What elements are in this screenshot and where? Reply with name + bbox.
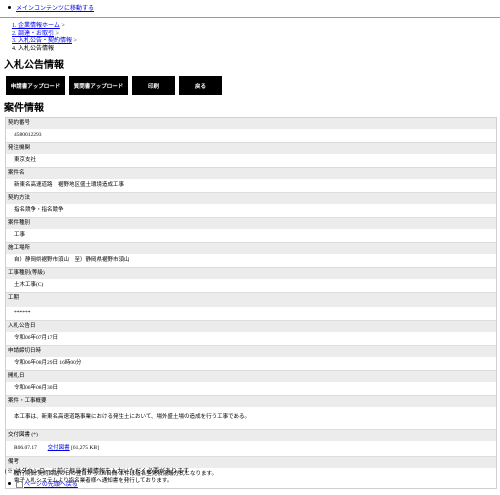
skip-to-content-link[interactable]: メインコンテンツに移動する [16, 3, 94, 12]
docs-download-link[interactable]: 交付図書 [48, 445, 70, 451]
table-row: 施工場所 自）静岡県裾野市須山 至）静岡県裾野市須山 [6, 243, 496, 268]
print-button[interactable]: 印刷 [132, 76, 175, 95]
table-row: 案件名 新東名高速道路 裾野地区盛土環境造成工事 [6, 168, 496, 193]
field-value: 令和06年07月17日 [6, 332, 496, 345]
application-upload-button[interactable]: 申請書アップロード [6, 76, 65, 95]
breadcrumb-link-contracts[interactable]: 3. 入札公告・契約情報 [12, 38, 72, 44]
section-title: 案件情報 [4, 103, 44, 114]
breadcrumb: 1. 企業情報ホーム > 2. 調達・お取引 > 3. 入札公告・契約情報 > … [12, 23, 77, 53]
field-label: 工事種別(等級) [6, 268, 496, 279]
table-row: 工期 ****** [6, 293, 496, 321]
table-row: 案件・工事概要 本工事は、新東名高速道路事業における発生土において、場外盛土場の… [6, 396, 496, 430]
field-value: 指名競争・指名競争 [6, 204, 496, 217]
breadcrumb-current: 4. 入札公告情報 [12, 45, 55, 52]
table-row: 申請締切日時 令和06年08月29日 16時00分 [6, 346, 496, 371]
field-value: 工事 [6, 229, 496, 242]
field-label: 入札公告日 [6, 321, 496, 332]
bullet-icon [8, 6, 11, 9]
field-value: 4580012293 [6, 129, 496, 142]
table-row: 入札公告日 令和06年07月17日 [6, 321, 496, 346]
back-button[interactable]: 戻る [179, 76, 222, 95]
field-label: 契約番号 [6, 118, 496, 129]
remarks-line: 電子入札システムより指名業者様へ通知書を発行しております。 [14, 478, 173, 484]
table-row: 契約方法 指名競争・指名競争 [6, 193, 496, 218]
page-top-label: ページの先頭へ戻る [24, 482, 78, 488]
field-value: 土木工事(C) [6, 279, 496, 292]
skip-link-item: メインコンテンツに移動する [8, 3, 94, 12]
page-title: 入札公告情報 [4, 60, 64, 71]
field-value: 令和06年08月30日 [6, 382, 496, 395]
breadcrumb-link-procurement[interactable]: 2. 調達・お取引 [12, 31, 54, 37]
page-top-item: ページの先頭へ戻る [8, 479, 78, 489]
table-row: 発注機関 東京支社 [6, 143, 496, 168]
breadcrumb-separator: > [72, 38, 77, 44]
breadcrumb-separator: > [54, 30, 59, 37]
table-row: 案件種別 工事 [6, 218, 496, 243]
breadcrumb-separator: > [59, 23, 65, 29]
field-label: 案件種別 [6, 218, 496, 229]
field-value: 東京支社 [6, 154, 496, 167]
docs-size: [61,275 KB] [71, 445, 99, 451]
field-label: 案件・工事概要 [6, 396, 496, 407]
field-label: 開札日 [6, 371, 496, 382]
case-info-table: 契約番号 4580012293 発注機関 東京支社 案件名 新東名高速道路 裾野… [5, 117, 497, 489]
field-label: 案件名 [6, 168, 496, 179]
table-row: 工事種別(等級) 土木工事(C) [6, 268, 496, 293]
field-value: R06.07.17 交付図書 [61,275 KB] [6, 441, 496, 456]
table-row: 交付図書 (*) R06.07.17 交付図書 [61,275 KB] [6, 430, 496, 457]
field-value: 令和06年08月29日 16時00分 [6, 357, 496, 370]
docs-date: R06.07.17 [14, 445, 37, 451]
question-upload-button[interactable]: 質問書アップロード [69, 76, 128, 95]
field-value: 本工事は、新東名高速道路事業における発生土において、場外盛土場の造成を行う工事で… [6, 407, 496, 429]
breadcrumb-link-home[interactable]: 1. 企業情報ホーム [12, 23, 60, 29]
field-label: 発注機関 [6, 143, 496, 154]
field-label: 交付図書 (*) [6, 430, 496, 441]
field-value: ****** [6, 307, 496, 320]
top-divider [0, 17, 500, 18]
footnote: (※)はダウンロード前に担当者様情報を入力いただく必要があります [5, 469, 189, 475]
field-value: 新東名高速道路 裾野地区盛土環境造成工事 [6, 179, 496, 192]
field-label: 工期 [6, 293, 496, 307]
field-label: 契約方法 [6, 193, 496, 204]
bullet-icon [8, 482, 11, 486]
table-row: 開札日 令和06年08月30日 [6, 371, 496, 396]
field-label: 申請締切日時 [6, 346, 496, 357]
field-label: 施工場所 [6, 243, 496, 254]
page-top-link[interactable]: ページの先頭へ戻る [16, 479, 78, 489]
broken-image-icon [16, 481, 23, 489]
action-buttons: 申請書アップロード 質問書アップロード 印刷 戻る [6, 76, 222, 95]
table-row: 契約番号 4580012293 [6, 118, 496, 143]
field-value: 自）静岡県裾野市須山 至）静岡県裾野市須山 [6, 254, 496, 267]
